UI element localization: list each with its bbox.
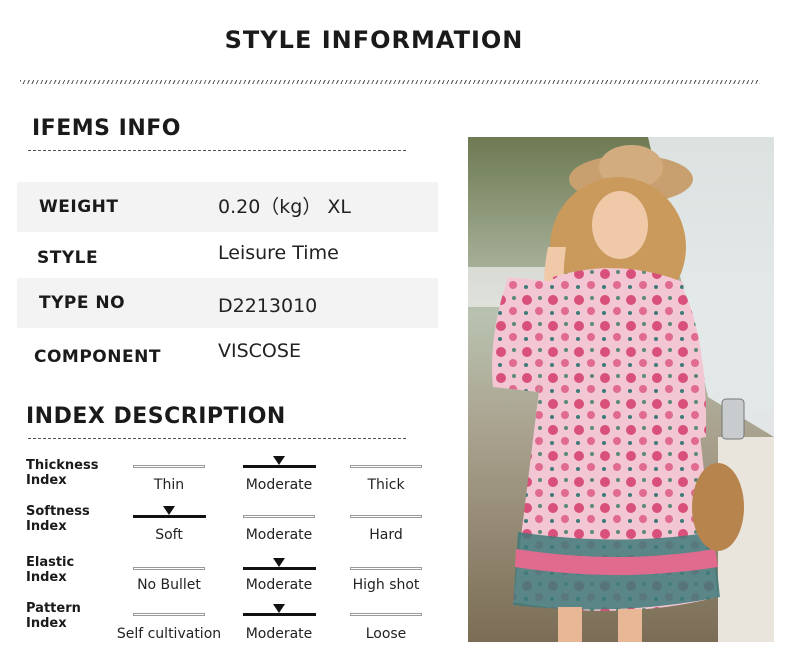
top-divider <box>20 80 760 84</box>
index-option-bar-selected <box>243 613 316 616</box>
index-description-divider <box>28 438 406 439</box>
index-label-line2: Index <box>26 473 67 488</box>
index-option-bar-selected <box>133 515 206 518</box>
info-label: TYPE NO <box>39 293 126 313</box>
selected-marker-icon <box>273 456 285 465</box>
info-row-type-no: TYPE NO D2213010 <box>17 278 438 328</box>
info-row-style: STYLE Leisure Time <box>17 232 438 282</box>
page-title: STYLE INFORMATION <box>224 26 524 54</box>
selected-marker-icon <box>273 604 285 613</box>
index-label-line1: Softness <box>26 504 90 519</box>
info-label: WEIGHT <box>39 197 119 217</box>
info-value: D2213010 <box>218 295 318 317</box>
model-in-floral-dress-image <box>468 137 774 642</box>
index-option-label: Loose <box>365 626 407 642</box>
index-option-bar <box>133 613 205 616</box>
index-description-title: INDEX DESCRIPTION <box>26 404 286 429</box>
index-label: Softness Index <box>26 504 90 534</box>
index-option-bar <box>243 515 315 518</box>
info-row-component: COMPONENT VISCOSE <box>17 330 438 380</box>
index-label-line2: Index <box>26 616 67 631</box>
info-label: STYLE <box>37 248 99 268</box>
product-photo <box>468 137 774 642</box>
index-label: Pattern Index <box>26 601 81 631</box>
index-label-line2: Index <box>26 519 67 534</box>
index-option-label: Thick <box>367 477 405 493</box>
index-label: Elastic Index <box>26 555 74 585</box>
index-option-label: Hard <box>369 527 403 543</box>
index-option-bar <box>350 465 422 468</box>
items-info-divider <box>28 150 406 151</box>
selected-marker-icon <box>273 558 285 567</box>
info-value: VISCOSE <box>218 340 301 362</box>
index-label-line1: Pattern <box>26 601 81 616</box>
index-label-line1: Elastic <box>26 555 75 570</box>
index-label-line2: Index <box>26 570 67 585</box>
info-row-weight: WEIGHT 0.20（kg） XL <box>17 182 438 232</box>
index-option-bar <box>350 613 422 616</box>
info-label: COMPONENT <box>34 347 161 367</box>
index-option-bar <box>133 567 205 570</box>
index-option-bar <box>350 567 422 570</box>
index-option-label: High shot <box>352 577 420 593</box>
index-option-bar-selected <box>243 567 316 570</box>
index-option-bar <box>133 465 205 468</box>
index-option-bar <box>350 515 422 518</box>
index-label-line1: Thickness <box>26 458 99 473</box>
index-label: Thickness Index <box>26 458 98 488</box>
info-value: Leisure Time <box>218 242 339 264</box>
items-info-title: IFEMS INFO <box>32 116 181 141</box>
index-option-bar-selected <box>243 465 316 468</box>
selected-marker-icon <box>163 506 175 515</box>
info-value: 0.20（kg） XL <box>218 196 352 218</box>
